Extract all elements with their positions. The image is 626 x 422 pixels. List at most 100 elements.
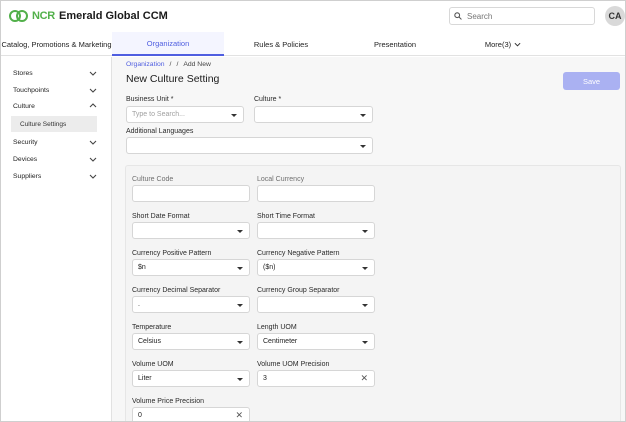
sidebar-item-label: Suppliers — [13, 172, 42, 180]
avatar[interactable]: CA — [605, 6, 625, 26]
volume-uom-select[interactable]: Liter — [132, 370, 250, 387]
temperature-select[interactable]: Celsius — [132, 333, 250, 350]
sidebar-item-stores[interactable]: Stores — [1, 65, 111, 81]
culture-select[interactable] — [254, 106, 373, 123]
currency-positive-pattern-label: Currency Positive Pattern — [132, 250, 212, 257]
tab-rules-policies[interactable]: Rules & Policies — [224, 32, 338, 56]
local-currency-input[interactable] — [257, 185, 375, 202]
short-date-format-select[interactable] — [132, 222, 250, 239]
chevron-up-icon — [89, 103, 97, 108]
temperature-label: Temperature — [132, 324, 172, 331]
sidebar-item-touchpoints[interactable]: Touchpoints — [1, 82, 111, 98]
chevron-down-icon — [89, 71, 97, 76]
culture-code-label: Culture Code — [132, 176, 174, 183]
chevron-down-icon — [514, 42, 521, 47]
tab-more-label: More(3) — [484, 39, 512, 49]
volume-price-precision-value: 0 — [138, 412, 142, 419]
additional-languages-label: Additional Languages — [126, 128, 194, 135]
chevron-down-icon — [89, 88, 97, 93]
tab-catalog[interactable]: Catalog, Promotions & Marketing — [1, 32, 112, 56]
breadcrumb-separator: / — [169, 61, 172, 68]
clear-x-icon[interactable]: ✕ — [235, 410, 243, 421]
sidebar-subitem-culture-settings[interactable]: Culture Settings — [11, 116, 97, 132]
clear-x-icon[interactable]: ✕ — [360, 373, 368, 384]
dropdown-arrow-icon — [237, 230, 243, 233]
culture-code-input[interactable] — [132, 185, 250, 202]
dropdown-arrow-icon — [231, 114, 237, 117]
volume-uom-value: Liter — [138, 375, 152, 382]
additional-languages-select[interactable] — [126, 137, 373, 154]
tab-more[interactable]: More(3) — [452, 32, 554, 56]
logo-ring-icon — [16, 10, 28, 22]
sidebar-item-suppliers[interactable]: Suppliers — [1, 168, 111, 184]
sidebar-item-label: Security — [13, 138, 38, 146]
breadcrumb: Organization / / Add New — [126, 61, 211, 68]
currency-negative-pattern-select[interactable]: ($n) — [257, 259, 375, 276]
dropdown-arrow-icon — [362, 341, 368, 344]
dropdown-arrow-icon — [362, 230, 368, 233]
short-date-format-label: Short Date Format — [132, 213, 190, 220]
save-button[interactable]: Save — [563, 72, 620, 90]
volume-price-precision-label: Volume Price Precision — [132, 398, 204, 405]
dropdown-arrow-icon — [360, 114, 366, 117]
search-box[interactable] — [449, 7, 595, 25]
sidebar-item-label: Devices — [13, 155, 38, 163]
volume-uom-precision-input[interactable]: 3 ✕ — [257, 370, 375, 387]
sidebar-item-security[interactable]: Security — [1, 134, 111, 150]
currency-decimal-separator-value: . — [138, 301, 140, 308]
currency-group-separator-select[interactable] — [257, 296, 375, 313]
dropdown-arrow-icon — [362, 304, 368, 307]
logo-text: NCR — [32, 10, 55, 22]
dropdown-arrow-icon — [362, 267, 368, 270]
sidebar-item-devices[interactable]: Devices — [1, 151, 111, 167]
currency-group-separator-label: Currency Group Separator — [257, 287, 340, 294]
volume-price-precision-input[interactable]: 0 ✕ — [132, 407, 250, 421]
volume-uom-label: Volume UOM — [132, 361, 174, 368]
ncr-logo: NCR — [9, 9, 55, 23]
length-uom-label: Length UOM — [257, 324, 297, 331]
currency-decimal-separator-select[interactable]: . — [132, 296, 250, 313]
chevron-down-icon — [89, 174, 97, 179]
sidebar-item-label: Culture — [13, 102, 35, 110]
top-nav-tabs: Catalog, Promotions & Marketing Organiza… — [1, 32, 625, 56]
volume-uom-precision-value: 3 — [263, 375, 267, 382]
business-unit-label: Business Unit * — [126, 96, 174, 103]
local-currency-label: Local Currency — [257, 176, 305, 183]
app-title: Emerald Global CCM — [59, 10, 168, 22]
sidebar: Stores Touchpoints Culture Culture Setti… — [1, 57, 112, 421]
volume-uom-precision-label: Volume UOM Precision — [257, 361, 330, 368]
currency-negative-pattern-label: Currency Negative Pattern — [257, 250, 340, 257]
app-window: NCR Emerald Global CCM CA Catalog, Promo… — [0, 0, 626, 422]
page-title: New Culture Setting — [126, 73, 220, 85]
dropdown-arrow-icon — [237, 341, 243, 344]
short-time-format-label: Short Time Format — [257, 213, 315, 220]
breadcrumb-organization-link[interactable]: Organization — [126, 61, 165, 68]
temperature-value: Celsius — [138, 338, 161, 345]
currency-positive-pattern-value: $n — [138, 264, 146, 271]
length-uom-value: Centimeter — [263, 338, 298, 345]
sidebar-item-label: Stores — [13, 69, 33, 77]
breadcrumb-current: Add New — [183, 61, 211, 68]
dropdown-arrow-icon — [360, 145, 366, 148]
main-content: Organization / / Add New New Culture Set… — [112, 57, 625, 421]
culture-label: Culture * — [254, 96, 282, 103]
sidebar-item-label: Touchpoints — [13, 86, 50, 94]
breadcrumb-separator: / — [176, 61, 179, 68]
search-input[interactable] — [467, 11, 577, 21]
short-time-format-select[interactable] — [257, 222, 375, 239]
dropdown-arrow-icon — [237, 267, 243, 270]
dropdown-arrow-icon — [237, 378, 243, 381]
currency-decimal-separator-label: Currency Decimal Separator — [132, 287, 221, 294]
business-unit-select[interactable]: Type to Search... — [126, 106, 244, 123]
dropdown-arrow-icon — [237, 304, 243, 307]
search-icon — [454, 12, 462, 20]
tab-presentation[interactable]: Presentation — [338, 32, 452, 56]
business-unit-placeholder: Type to Search... — [132, 111, 185, 118]
sidebar-item-culture[interactable]: Culture — [1, 98, 111, 114]
header: NCR Emerald Global CCM CA — [1, 1, 625, 32]
chevron-down-icon — [89, 157, 97, 162]
currency-positive-pattern-select[interactable]: $n — [132, 259, 250, 276]
length-uom-select[interactable]: Centimeter — [257, 333, 375, 350]
tab-organization[interactable]: Organization — [112, 32, 224, 56]
chevron-down-icon — [89, 140, 97, 145]
